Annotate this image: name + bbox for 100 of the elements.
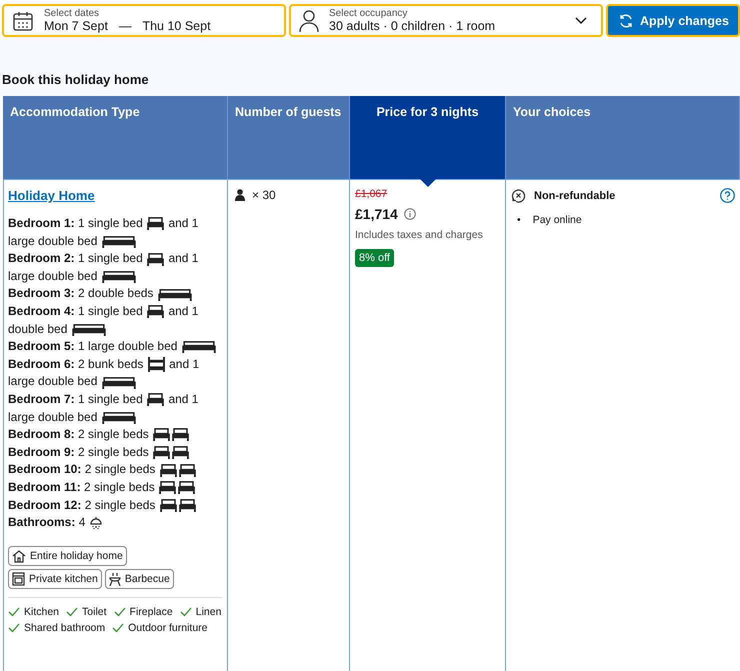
single-bed-icon xyxy=(177,481,196,494)
bed-description: and 1 xyxy=(169,356,200,371)
bed-description: large double bed xyxy=(8,374,98,388)
single-bed-icon xyxy=(146,305,166,318)
check-in-date: Mon 7 Sept xyxy=(44,19,108,34)
bed-description: large double bed xyxy=(8,234,98,248)
facility-tag: Private kitchen xyxy=(8,568,102,589)
price: £1,714 xyxy=(355,206,398,222)
room-label: Bedroom 10: xyxy=(8,462,82,476)
check-icon xyxy=(8,622,20,633)
facility-tag: Entire holiday home xyxy=(8,546,127,566)
condition-item: Pay online xyxy=(532,213,582,228)
bed-description: 4 xyxy=(78,515,86,530)
guest-count: × 30 xyxy=(252,188,276,202)
check-icon xyxy=(180,606,192,617)
calendar-icon xyxy=(12,10,34,32)
column-header[interactable]: Number of guests xyxy=(228,96,350,179)
field-label: Select dates xyxy=(44,8,100,20)
room-label: Bedroom 5: xyxy=(8,339,75,354)
single-bed-icon xyxy=(178,498,197,512)
single-bed-icon xyxy=(152,446,172,460)
bed-description: and 1 xyxy=(168,251,198,266)
check-icon xyxy=(66,606,78,617)
room-label: Bedroom 11: xyxy=(8,480,81,494)
room-label: Bathrooms: xyxy=(8,515,76,530)
single-bed-icon xyxy=(158,464,178,477)
bed-description: 2 single beds xyxy=(78,427,149,442)
section-heading: Book this holiday home xyxy=(2,72,150,87)
double-bed-icon xyxy=(100,270,137,284)
room-label: Bedroom 4: xyxy=(8,304,75,318)
column-header[interactable]: Your choices xyxy=(506,96,740,179)
occupancy-value: 30 adults · 0 children · 1 room xyxy=(329,19,496,34)
chevron-down-icon xyxy=(575,16,587,24)
bed-description: 2 double beds xyxy=(78,286,154,300)
bed-description: 2 single beds xyxy=(84,480,155,494)
original-price: £1,067 xyxy=(355,188,388,200)
single-bed-icon xyxy=(171,428,190,442)
amenity-label: Linen xyxy=(196,606,222,618)
room-label: Bedroom 12: xyxy=(8,498,82,512)
house-icon xyxy=(12,548,26,563)
check-icon xyxy=(114,606,126,617)
bed-description: 2 single beds xyxy=(78,444,149,459)
apply-changes-button[interactable]: Apply changes xyxy=(606,4,740,37)
double-bed-icon xyxy=(180,340,217,354)
amenity-label: Kitchen xyxy=(24,606,60,618)
discount-badge: 8% off xyxy=(355,249,394,267)
bed-description: 1 single bed xyxy=(78,216,143,230)
bed-description: large double bed xyxy=(8,268,98,283)
room-label: Bedroom 1: xyxy=(8,216,75,230)
single-bed-icon xyxy=(146,217,166,230)
bed-description: 2 single beds xyxy=(84,498,156,512)
double-bed-icon xyxy=(156,288,193,301)
check-out-date: Thu 10 Sept xyxy=(142,19,211,34)
single-bed-icon xyxy=(152,428,172,442)
date-separator: — xyxy=(118,19,132,34)
room-label: Bedroom 9: xyxy=(8,444,75,459)
double-bed-icon xyxy=(100,376,137,389)
amenity-label: Outdoor furniture xyxy=(128,622,208,634)
bed-description: and 1 xyxy=(168,304,198,318)
field-label: Select occupancy xyxy=(329,8,408,20)
single-bed-icon xyxy=(146,252,166,266)
amenity-label: Shared bathroom xyxy=(24,622,106,634)
info-icon xyxy=(404,208,416,220)
occupancy-selector[interactable]: Select occupancy 30 adults · 0 children · 1 room xyxy=(289,4,603,37)
single-bed-icon xyxy=(146,393,166,406)
double-bed-icon xyxy=(100,410,137,424)
check-icon xyxy=(8,606,20,617)
double-bed-icon xyxy=(70,322,107,336)
unit-name-link[interactable]: Holiday Home xyxy=(8,188,95,203)
bed-description: large double bed xyxy=(8,410,98,424)
double-bed-icon xyxy=(100,234,137,248)
room-label: Bedroom 2: xyxy=(8,251,75,266)
column-header[interactable]: Accommodation Type xyxy=(3,96,228,179)
column-header[interactable]: Price for 3 nights xyxy=(350,96,506,179)
single-bed-icon xyxy=(171,446,190,460)
bed-description: 1 single bed xyxy=(78,392,143,406)
refresh-icon xyxy=(618,12,634,28)
person-icon xyxy=(234,189,246,201)
person-icon xyxy=(299,8,319,32)
help-icon[interactable] xyxy=(720,188,735,203)
bed-description: 2 single beds xyxy=(84,462,156,476)
grill-icon xyxy=(108,572,121,586)
single-bed-icon xyxy=(158,481,178,494)
cancel-icon xyxy=(511,188,526,203)
policy-title: Non-refundable xyxy=(534,190,616,202)
bed-description: 2 bunk beds xyxy=(78,356,144,371)
bed-description: and 1 xyxy=(168,392,198,406)
bed-description: 1 single bed xyxy=(78,251,143,266)
room-label: Bedroom 8: xyxy=(8,427,75,442)
date-picker[interactable]: Select dates Mon 7 Sept — Thu 10 Sept xyxy=(2,4,286,37)
bullet: • xyxy=(517,213,521,228)
bed-description: 1 single bed xyxy=(78,304,143,318)
bed-description: double bed xyxy=(8,322,68,336)
room-label: Bedroom 3: xyxy=(8,286,75,300)
shower-icon xyxy=(88,516,103,530)
check-icon xyxy=(112,622,124,633)
amenity-label: Fireplace xyxy=(130,606,173,618)
single-bed-icon xyxy=(178,464,197,477)
price-note: Includes taxes and charges xyxy=(355,229,484,241)
bed-description: 1 large double bed xyxy=(78,339,178,354)
